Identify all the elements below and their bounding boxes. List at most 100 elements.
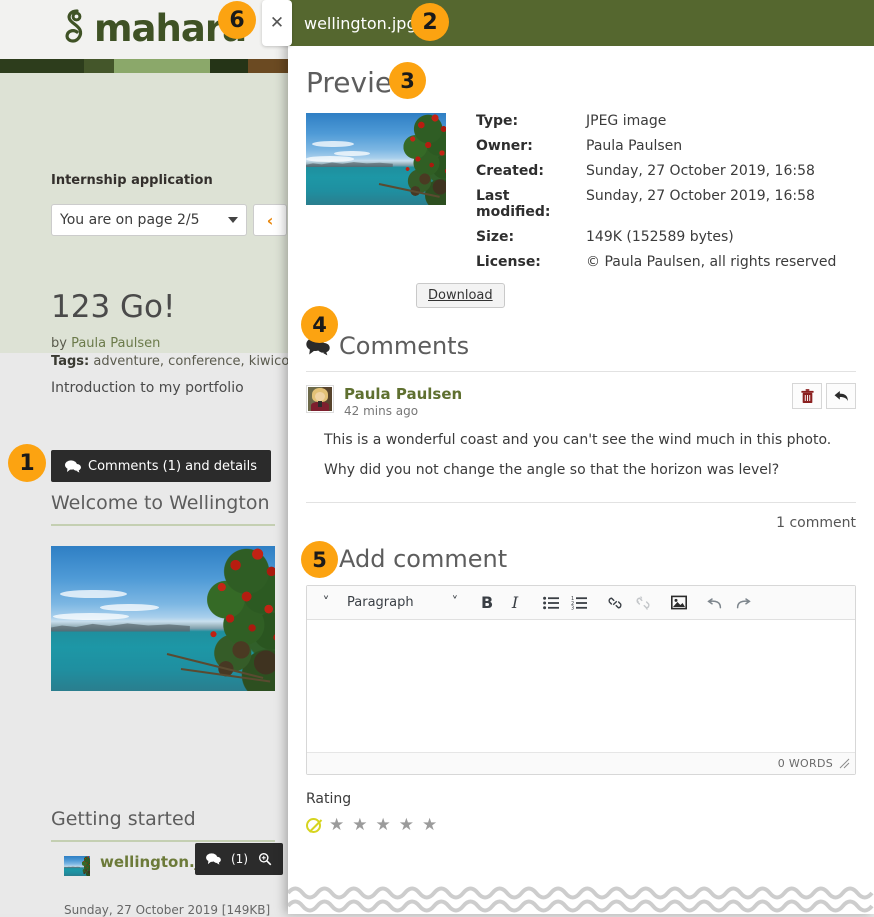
annotation-badge-5: 5 xyxy=(301,541,338,578)
preview-image[interactable] xyxy=(306,113,446,205)
annotation-badge-1: 1 xyxy=(8,444,46,482)
close-modal-button[interactable]: ✕ xyxy=(262,0,292,46)
previous-page-button[interactable]: ‹ xyxy=(253,204,287,236)
detail-label: Created: xyxy=(476,163,544,179)
file-comment-count: (1) xyxy=(231,852,248,866)
rating-star[interactable]: ★ xyxy=(422,815,437,835)
word-count: 0 WORDS xyxy=(777,757,833,770)
chevron-down-icon xyxy=(228,217,238,223)
bullet-list-button[interactable] xyxy=(538,589,564,617)
divider xyxy=(306,371,856,372)
bold-button[interactable]: B xyxy=(474,589,500,617)
file-thumbnail xyxy=(64,856,90,876)
no-rating-icon[interactable] xyxy=(306,817,321,833)
numbered-list-button[interactable]: 1 2 3 xyxy=(566,589,592,617)
rating-star[interactable]: ★ xyxy=(352,815,367,835)
cloud xyxy=(311,140,354,148)
banner-segment xyxy=(114,59,210,73)
resize-grip-icon[interactable] xyxy=(839,758,850,769)
editor-status-bar: 0 WORDS xyxy=(307,752,855,774)
detail-value: 149K (152589 bytes) xyxy=(586,229,734,245)
detail-label: Type: xyxy=(476,113,519,129)
download-button[interactable]: Download xyxy=(416,283,505,308)
detail-value: Paula Paulsen xyxy=(586,138,683,154)
comments-icon xyxy=(206,853,221,865)
comment-author-block: Paula Paulsen 42 mins ago xyxy=(344,385,462,418)
pohutukawa-tree xyxy=(75,856,90,876)
detail-row: Size: 149K (152589 bytes) xyxy=(476,229,856,245)
author-link[interactable]: Paula Paulsen xyxy=(71,336,160,351)
link-icon xyxy=(608,596,622,609)
modal-body: Preview Type: JPEG image Owner: Paula Pauls… xyxy=(288,66,874,835)
format-select-value: Paragraph xyxy=(347,595,414,610)
page-select[interactable]: You are on page 2/5 xyxy=(51,204,247,236)
mahara-logo-mark xyxy=(62,8,92,50)
bullet-list-icon xyxy=(543,596,560,609)
detail-row: Last modified: Sunday, 27 October 2019, 1… xyxy=(476,188,856,220)
avatar-image xyxy=(308,387,332,411)
block-title-welcome: Welcome to Wellington xyxy=(51,492,270,514)
rating-star[interactable]: ★ xyxy=(329,815,344,835)
block-title-introduction: Introduction to my portfolio xyxy=(51,380,244,396)
unlink-icon xyxy=(636,595,650,610)
detail-label: License: xyxy=(476,254,541,270)
photo-canvas xyxy=(51,546,275,691)
cloud xyxy=(53,612,130,620)
reply-comment-button[interactable] xyxy=(826,383,856,409)
italic-button[interactable]: I xyxy=(502,589,528,617)
rating-label: Rating xyxy=(306,791,352,807)
reply-arrow-icon xyxy=(834,390,848,402)
cloud xyxy=(306,156,354,162)
rating-stars[interactable]: ★ ★ ★ ★ ★ xyxy=(306,815,856,835)
file-details-modal: wellington.jpg Preview Type: JPEG image Ow… xyxy=(288,0,874,914)
page-navigation: You are on page 2/5 ‹ xyxy=(51,204,287,236)
insert-image-button[interactable] xyxy=(666,589,692,617)
toolbar-collapse-button[interactable]: ˅ xyxy=(313,589,339,617)
image-icon xyxy=(671,595,688,610)
comment-author[interactable]: Paula Paulsen xyxy=(344,385,462,403)
trash-icon xyxy=(800,388,814,403)
comments-and-details-tooltip[interactable]: Comments (1) and details xyxy=(51,450,272,482)
pohutukawa-tree xyxy=(367,113,446,205)
annotation-badge-6: 6 xyxy=(218,1,256,39)
undo-button[interactable] xyxy=(702,589,728,617)
comments-icon xyxy=(65,459,81,473)
detail-label: Size: xyxy=(476,229,515,245)
banner-segment xyxy=(210,59,248,73)
annotation-badge-2: 2 xyxy=(411,3,449,41)
block-title-getting-started: Getting started xyxy=(51,808,196,830)
rating-star[interactable]: ★ xyxy=(399,815,414,835)
tags-label: Tags: xyxy=(51,354,90,369)
format-select[interactable]: Paragraph ˅ xyxy=(341,595,464,610)
modal-title: wellington.jpg xyxy=(304,13,417,33)
detail-row: License: © Paula Paulsen, all rights rese… xyxy=(476,254,856,270)
pohutukawa-tree xyxy=(149,546,275,691)
undo-icon xyxy=(707,597,722,608)
tooltip-label: Comments (1) and details xyxy=(88,458,258,474)
avatar[interactable] xyxy=(306,385,334,413)
avatar-collar xyxy=(317,401,323,408)
comment-header: Paula Paulsen 42 mins ago xyxy=(306,385,856,418)
annotation-badge-3: 3 xyxy=(389,62,426,99)
comment-paragraph: This is a wonderful coast and you can't … xyxy=(324,432,832,448)
insert-link-button[interactable] xyxy=(602,589,628,617)
modal-header: wellington.jpg xyxy=(288,0,874,46)
banner-segment xyxy=(0,59,84,73)
file-overlay-actions[interactable]: (1) xyxy=(195,843,283,875)
comment-editor-textarea[interactable] xyxy=(307,620,855,752)
rating-star[interactable]: ★ xyxy=(376,815,391,835)
magnifier-icon[interactable] xyxy=(258,852,272,866)
page-title: 123 Go! xyxy=(51,289,176,325)
redo-button[interactable] xyxy=(730,589,756,617)
detail-value: © Paula Paulsen, all rights reserved xyxy=(586,254,837,270)
add-comment-heading: Add comment xyxy=(306,545,856,573)
portfolio-breadcrumb: Internship application xyxy=(51,173,213,188)
unlink-button[interactable] xyxy=(630,589,656,617)
photo-canvas xyxy=(64,856,90,876)
annotation-badge-4: 4 xyxy=(301,306,338,343)
delete-comment-button[interactable] xyxy=(792,383,822,409)
detail-value: Sunday, 27 October 2019, 16:58 xyxy=(586,163,815,179)
redo-icon xyxy=(736,597,751,608)
numbered-list-icon: 1 2 3 xyxy=(571,596,588,610)
wellington-photo-large[interactable] xyxy=(51,546,275,691)
